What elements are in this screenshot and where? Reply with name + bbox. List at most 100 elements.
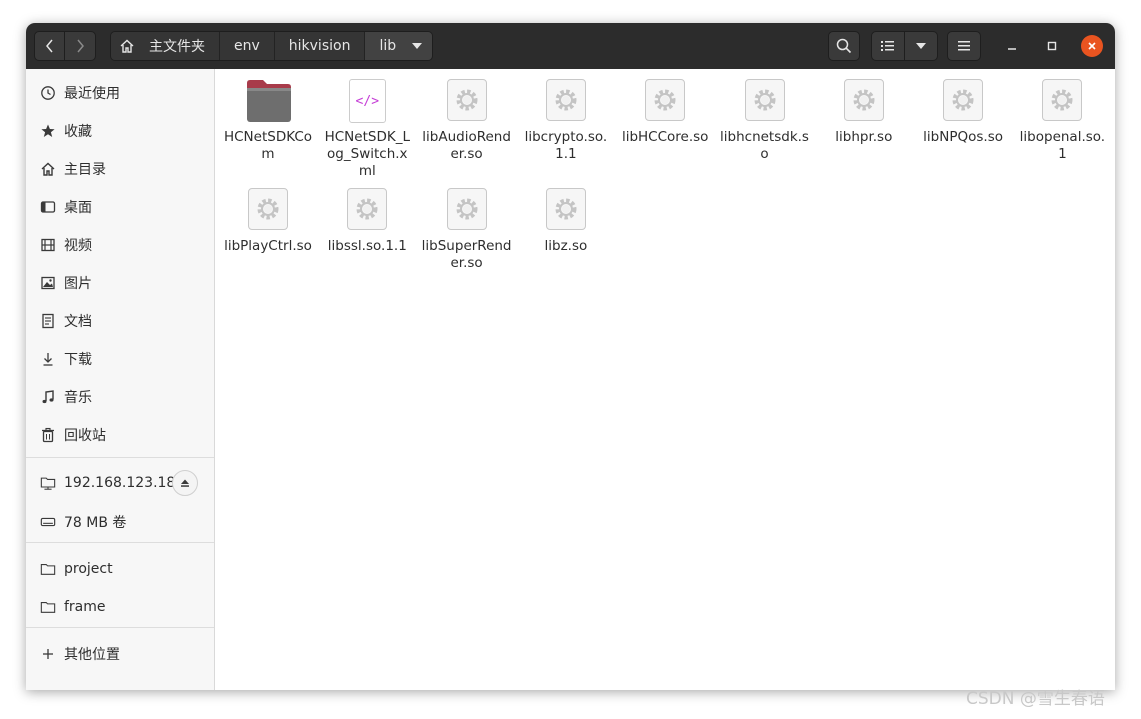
shared-library-icon bbox=[445, 188, 489, 232]
shared-library-icon bbox=[544, 79, 588, 123]
star-icon bbox=[40, 123, 56, 139]
file-name: libopenal.so.1 bbox=[1019, 129, 1106, 162]
eject-icon bbox=[181, 479, 189, 487]
document-icon bbox=[40, 313, 56, 329]
plus-icon bbox=[40, 646, 56, 662]
list-view-button[interactable] bbox=[871, 31, 905, 61]
back-button[interactable] bbox=[34, 31, 65, 61]
breadcrumb-lib[interactable]: lib bbox=[365, 32, 433, 60]
file-name: libssl.so.1.1 bbox=[327, 238, 407, 254]
shared-library-icon bbox=[445, 79, 489, 123]
shared-library-icon bbox=[842, 79, 886, 123]
breadcrumb-hikvision[interactable]: hikvision bbox=[274, 32, 366, 60]
sidebar-item-label: 桌面 bbox=[64, 200, 92, 216]
minimize-icon bbox=[1008, 48, 1016, 50]
sidebar-separator bbox=[26, 457, 214, 458]
sidebar-item-device-1[interactable]: 78 MB 卷 bbox=[26, 504, 214, 540]
sidebar-item-label: project bbox=[64, 561, 113, 577]
sidebar-item-label: 78 MB 卷 bbox=[64, 515, 127, 531]
drive-icon bbox=[40, 514, 56, 530]
breadcrumb-env[interactable]: env bbox=[220, 32, 275, 60]
folder-icon bbox=[40, 561, 56, 577]
trash-icon bbox=[40, 427, 56, 443]
sidebar-item-label: 收藏 bbox=[64, 124, 92, 140]
file-item[interactable]: HCNetSDKCom bbox=[222, 79, 314, 163]
video-icon bbox=[40, 237, 56, 253]
file-name: libHCCore.so bbox=[621, 129, 709, 145]
view-options-button[interactable] bbox=[904, 31, 938, 61]
sidebar-item-place-1[interactable]: 收藏 bbox=[26, 113, 214, 149]
breadcrumb-label: 主文件夹 bbox=[149, 39, 205, 55]
shared-library-icon bbox=[345, 188, 389, 232]
file-item[interactable]: libhpr.so bbox=[818, 79, 910, 146]
sidebar-item-label: frame bbox=[64, 599, 106, 615]
chevron-left-icon bbox=[45, 39, 53, 53]
shared-library-icon bbox=[544, 188, 588, 232]
file-name: libhcnetsdk.so bbox=[720, 129, 809, 162]
hamburger-menu-icon bbox=[958, 41, 970, 51]
file-item[interactable]: libNPQos.so bbox=[917, 79, 1009, 146]
file-manager-window: 主文件夹 env hikvision lib 最近使用 收藏 主目录 桌面 视频… bbox=[26, 23, 1115, 690]
file-item[interactable]: libhcnetsdk.so bbox=[719, 79, 811, 163]
search-button[interactable] bbox=[828, 31, 860, 61]
eject-button[interactable] bbox=[172, 470, 198, 496]
shared-library-icon bbox=[643, 79, 687, 123]
file-item[interactable]: libopenal.so.1 bbox=[1016, 79, 1108, 163]
sidebar-item-place-9[interactable]: 回收站 bbox=[26, 417, 214, 453]
sidebar-separator bbox=[26, 627, 214, 628]
chevron-down-icon bbox=[412, 43, 423, 49]
close-icon bbox=[1088, 42, 1096, 50]
desktop-icon bbox=[40, 199, 56, 215]
forward-button[interactable] bbox=[64, 31, 96, 61]
file-item[interactable]: libPlayCtrl.so bbox=[222, 188, 314, 255]
folder-icon bbox=[40, 599, 56, 615]
sidebar-item-label: 文档 bbox=[64, 314, 92, 330]
sidebar-separator bbox=[26, 542, 214, 543]
shared-library-icon bbox=[743, 79, 787, 123]
file-item[interactable]: libSuperRender.so bbox=[421, 188, 513, 272]
header-bar: 主文件夹 env hikvision lib bbox=[26, 23, 1115, 69]
file-name: libNPQos.so bbox=[923, 129, 1003, 145]
sidebar-item-place-2[interactable]: 主目录 bbox=[26, 151, 214, 187]
sidebar-item-place-6[interactable]: 文档 bbox=[26, 303, 214, 339]
sidebar-item-other-locations[interactable]: 其他位置 bbox=[26, 636, 214, 672]
file-item[interactable]: libHCCore.so bbox=[619, 79, 711, 146]
home-icon bbox=[40, 161, 56, 177]
file-name: libAudioRender.so bbox=[422, 129, 511, 162]
file-item[interactable]: libcrypto.so.1.1 bbox=[520, 79, 612, 163]
sidebar-item-label: 最近使用 bbox=[64, 86, 120, 102]
sidebar-item-label: 视频 bbox=[64, 238, 92, 254]
sidebar-item-place-0[interactable]: 最近使用 bbox=[26, 75, 214, 111]
sidebar-item-place-5[interactable]: 图片 bbox=[26, 265, 214, 301]
recent-icon bbox=[40, 85, 56, 101]
sidebar-item-label: 其他位置 bbox=[64, 647, 120, 663]
sidebar-item-bookmark-1[interactable]: frame bbox=[26, 589, 214, 625]
sidebar-item-place-3[interactable]: 桌面 bbox=[26, 189, 214, 225]
file-name: libhpr.so bbox=[835, 129, 893, 145]
shared-library-icon bbox=[1040, 79, 1084, 123]
sidebar-item-place-4[interactable]: 视频 bbox=[26, 227, 214, 263]
breadcrumb-home[interactable]: 主文件夹 bbox=[111, 32, 220, 60]
sidebar-item-bookmark-0[interactable]: project bbox=[26, 551, 214, 587]
chevron-down-icon bbox=[916, 43, 926, 49]
maximize-button[interactable] bbox=[1041, 35, 1063, 57]
close-button[interactable] bbox=[1081, 35, 1103, 57]
minimize-button[interactable] bbox=[1001, 35, 1023, 57]
watermark: CSDN @雪生春语 bbox=[966, 689, 1105, 709]
sidebar-item-label: 图片 bbox=[64, 276, 92, 292]
file-name: libcrypto.so.1.1 bbox=[524, 129, 608, 162]
file-item[interactable]: libz.so bbox=[520, 188, 612, 255]
file-item[interactable]: libAudioRender.so bbox=[421, 79, 513, 163]
file-name: libPlayCtrl.so bbox=[224, 238, 312, 254]
sidebar-item-place-8[interactable]: 音乐 bbox=[26, 379, 214, 415]
sidebar-item-label: 主目录 bbox=[64, 162, 106, 178]
sidebar-item-place-7[interactable]: 下载 bbox=[26, 341, 214, 377]
sidebar-item-label: 音乐 bbox=[64, 390, 92, 406]
file-item[interactable]: </> HCNetSDK_Log_Switch.xml bbox=[321, 79, 413, 180]
breadcrumb-label: lib bbox=[379, 38, 397, 54]
download-icon bbox=[40, 351, 56, 367]
sidebar: 最近使用 收藏 主目录 桌面 视频 图片 文档 下载 音乐 回收站 192.168.123.18 78… bbox=[26, 69, 215, 690]
main-menu-button[interactable] bbox=[947, 31, 981, 61]
file-item[interactable]: libssl.so.1.1 bbox=[321, 188, 413, 255]
sidebar-item-label: 回收站 bbox=[64, 428, 106, 444]
